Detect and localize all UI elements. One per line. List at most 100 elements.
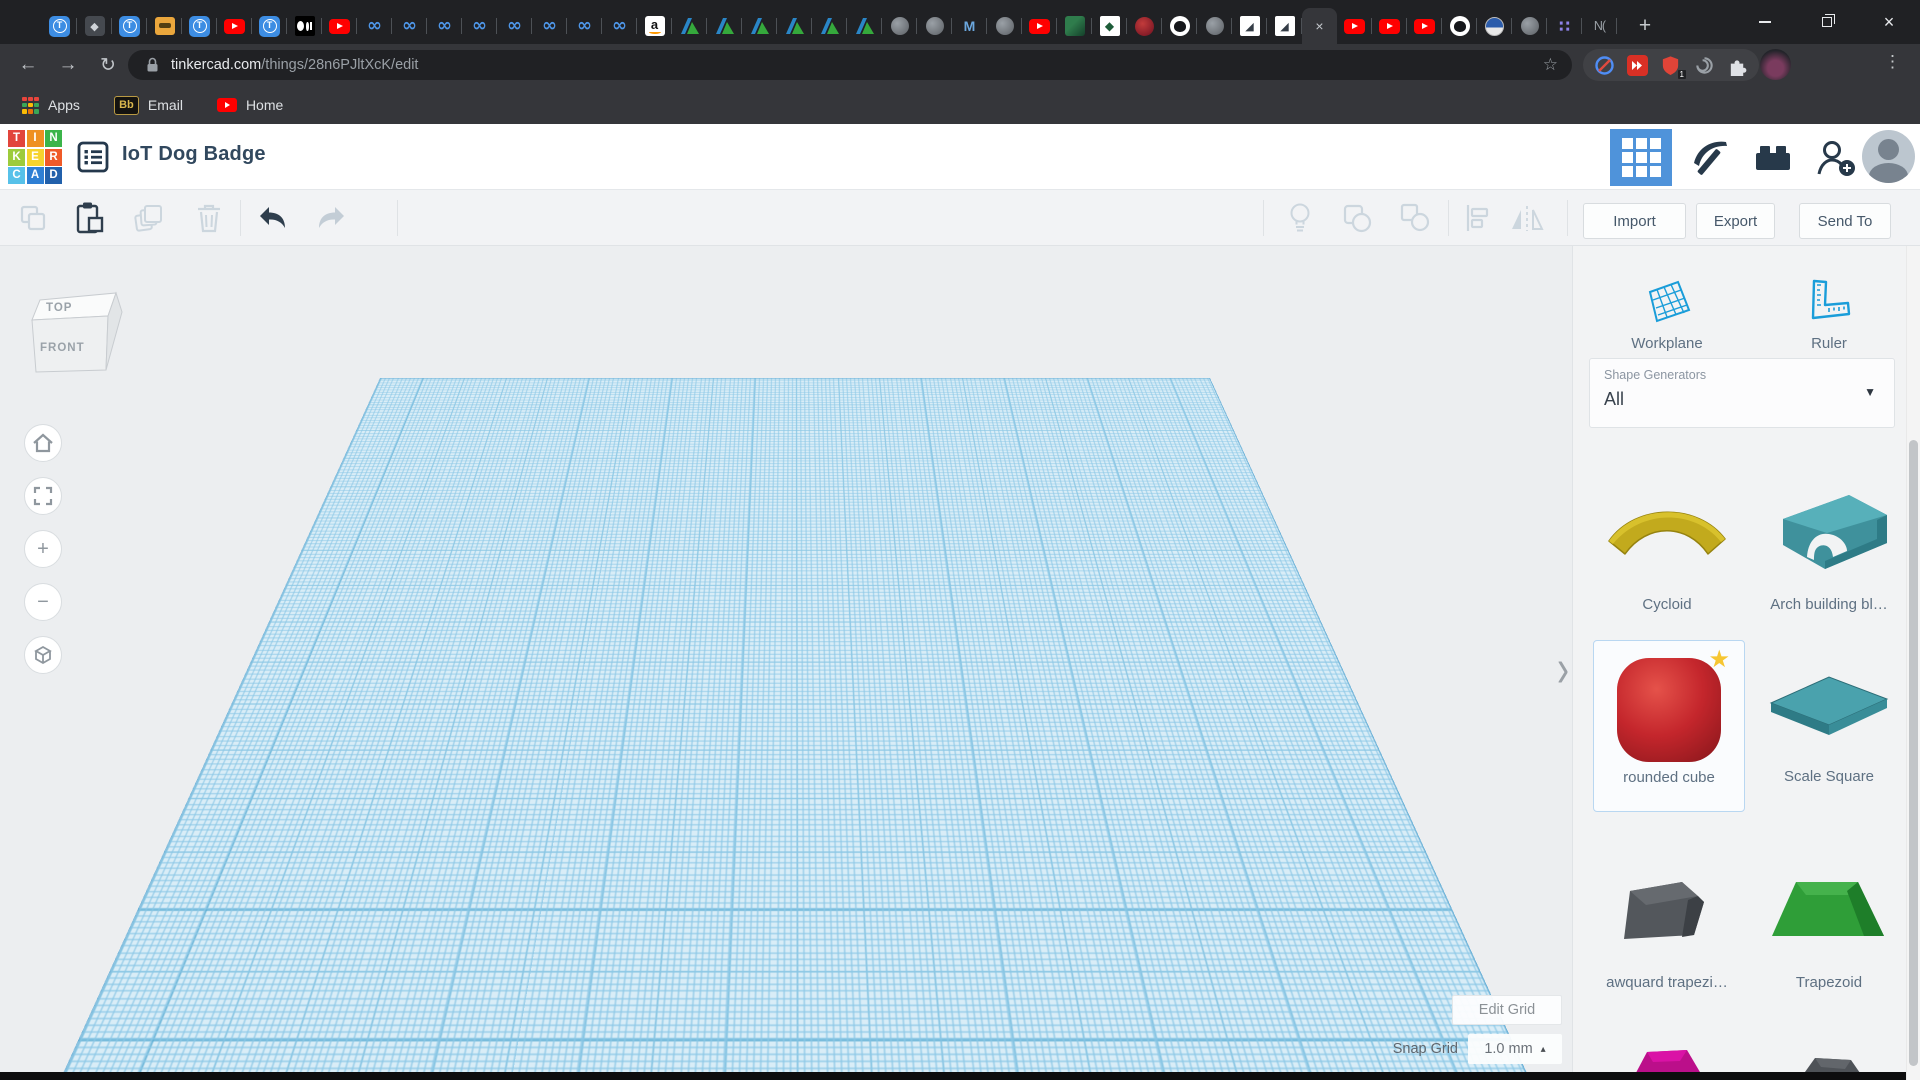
tab-autodesk[interactable] <box>847 8 882 44</box>
browser-profile-avatar[interactable] <box>1760 49 1791 80</box>
group-button[interactable] <box>1336 198 1378 238</box>
reload-button[interactable]: ↻ <box>92 50 124 80</box>
window-restore-button[interactable] <box>1796 0 1858 44</box>
panel-scrollbar[interactable] <box>1906 246 1920 1080</box>
delete-button[interactable] <box>188 198 230 238</box>
tab-globe[interactable] <box>1512 8 1547 44</box>
shape-item-trapezoid[interactable]: Trapezoid <box>1753 846 1905 1018</box>
address-bar[interactable]: tinkercad.com/things/28n6PJltXcK/edit ☆ <box>128 50 1572 80</box>
tab-youtube[interactable] <box>1022 8 1057 44</box>
swirl-extension-icon[interactable] <box>1692 53 1716 77</box>
tab-co[interactable]: ∞ <box>497 8 532 44</box>
bookmark-home[interactable]: Home <box>217 97 283 113</box>
tab-youtube[interactable] <box>1407 8 1442 44</box>
shape-item-awquard-trapezoid[interactable]: awquard trapezi… <box>1591 846 1743 1018</box>
new-tab-button[interactable]: + <box>1630 8 1660 44</box>
back-button[interactable]: ← <box>12 50 44 80</box>
tab-youtube[interactable] <box>217 8 252 44</box>
tab-purple[interactable]: ∷ <box>1547 8 1582 44</box>
tinkercad-logo[interactable]: TINKERCAD <box>8 130 62 184</box>
tab-tinkercad[interactable]: T <box>252 8 287 44</box>
tab-tinkercad[interactable]: T <box>112 8 147 44</box>
export-button[interactable]: Export <box>1696 203 1775 239</box>
viewcube-top-label[interactable]: TOP <box>46 302 72 314</box>
panel-collapse-handle[interactable]: › <box>1552 626 1572 710</box>
tab-globe[interactable] <box>1197 8 1232 44</box>
design-list-button[interactable] <box>74 138 112 176</box>
copy-button[interactable] <box>12 198 54 238</box>
ruler-tool[interactable]: Ruler <box>1769 260 1889 352</box>
edit-grid-button[interactable]: Edit Grid <box>1452 995 1562 1025</box>
viewport[interactable]: TOP FRONT + − › Edit Grid Snap Grid 1.0 … <box>0 246 1572 1080</box>
tab-github[interactable] <box>1162 8 1197 44</box>
adblock-extension-icon[interactable] <box>1592 53 1616 77</box>
shape-item-scale-square[interactable]: Scale Square <box>1753 640 1905 812</box>
bookmark-email[interactable]: Bb Email <box>114 96 183 115</box>
scrollbar-thumb[interactable] <box>1909 440 1918 1066</box>
user-avatar[interactable] <box>1862 130 1915 183</box>
redo-button[interactable] <box>310 198 352 238</box>
tab-co[interactable]: ∞ <box>532 8 567 44</box>
tab-co[interactable]: ∞ <box>357 8 392 44</box>
tab-autodesk[interactable] <box>707 8 742 44</box>
tab-green[interactable] <box>1057 8 1092 44</box>
viewcube-front-label[interactable]: FRONT <box>40 342 85 354</box>
tab-github[interactable] <box>1442 8 1477 44</box>
view-cube[interactable] <box>28 272 128 384</box>
show-all-button[interactable] <box>1279 198 1321 238</box>
duplicate-button[interactable] <box>128 198 170 238</box>
extensions-puzzle-icon[interactable] <box>1726 53 1750 77</box>
tab-youtube[interactable] <box>1337 8 1372 44</box>
collaborate-button[interactable] <box>1806 129 1868 186</box>
tab-mbit[interactable]: M <box>952 8 987 44</box>
mirror-button[interactable] <box>1506 198 1548 238</box>
window-close-button[interactable]: × <box>1858 0 1920 44</box>
tab-tinkercad[interactable]: T <box>42 8 77 44</box>
tab-autodesk[interactable] <box>812 8 847 44</box>
home-view-button[interactable] <box>24 424 62 462</box>
zoom-in-button[interactable]: + <box>24 530 62 568</box>
tab-globe[interactable] <box>917 8 952 44</box>
tab-autodesk[interactable] <box>672 8 707 44</box>
tab-autodesk[interactable] <box>777 8 812 44</box>
tab-netext[interactable]: N( <box>1582 8 1617 44</box>
tab-co[interactable]: ∞ <box>567 8 602 44</box>
tab-amazon[interactable]: a <box>637 8 672 44</box>
bookmark-apps[interactable]: Apps <box>22 97 80 114</box>
tab-diamond[interactable]: ◆ <box>1092 8 1127 44</box>
tab-globe[interactable] <box>882 8 917 44</box>
tab-redlogo[interactable] <box>1127 8 1162 44</box>
undo-button[interactable] <box>252 198 294 238</box>
bookmark-star-icon[interactable]: ☆ <box>1543 55 1558 75</box>
brick-export-button[interactable] <box>1742 129 1804 186</box>
tab-medium[interactable] <box>287 8 322 44</box>
shape-item-arch-building-block[interactable]: Arch building bl… <box>1753 468 1905 640</box>
fit-view-button[interactable] <box>24 477 62 515</box>
tab-co[interactable]: ∞ <box>427 8 462 44</box>
tab-bluebadge[interactable] <box>1477 8 1512 44</box>
design-title[interactable]: IoT Dog Badge <box>122 143 266 166</box>
align-button[interactable] <box>1456 198 1498 238</box>
shield-extension-icon[interactable]: 1 <box>1659 53 1683 77</box>
tab-co[interactable]: ∞ <box>462 8 497 44</box>
shape-item-cycloid[interactable]: Cycloid <box>1591 468 1743 640</box>
minecraft-export-button[interactable] <box>1678 129 1740 186</box>
blocks-view-button[interactable] <box>1610 129 1672 186</box>
skip-extension-icon[interactable] <box>1626 53 1650 77</box>
snap-grid-select[interactable]: 1.0 mm ▴ <box>1468 1034 1562 1064</box>
workplane-tool[interactable]: Workplane <box>1607 260 1727 352</box>
tab-youtube[interactable] <box>1372 8 1407 44</box>
window-minimize-button[interactable] <box>1734 0 1796 44</box>
shape-item-rounded-cube[interactable]: ★ rounded cube <box>1593 640 1745 812</box>
tab-active[interactable]: × <box>1302 8 1337 44</box>
import-button[interactable]: Import <box>1583 203 1686 239</box>
shape-generators-dropdown[interactable]: Shape Generators All ▼ <box>1589 358 1895 428</box>
perspective-toggle-button[interactable] <box>24 636 62 674</box>
tab-doc[interactable]: ◢ <box>1267 8 1302 44</box>
tab-gray3d[interactable]: ◆ <box>77 8 112 44</box>
tab-youtube[interactable] <box>322 8 357 44</box>
tab-doc[interactable]: ◢ <box>1232 8 1267 44</box>
tab-robot[interactable] <box>147 8 182 44</box>
browser-menu-icon[interactable]: ⋮ <box>1884 52 1901 72</box>
tab-tinkercad[interactable]: T <box>182 8 217 44</box>
